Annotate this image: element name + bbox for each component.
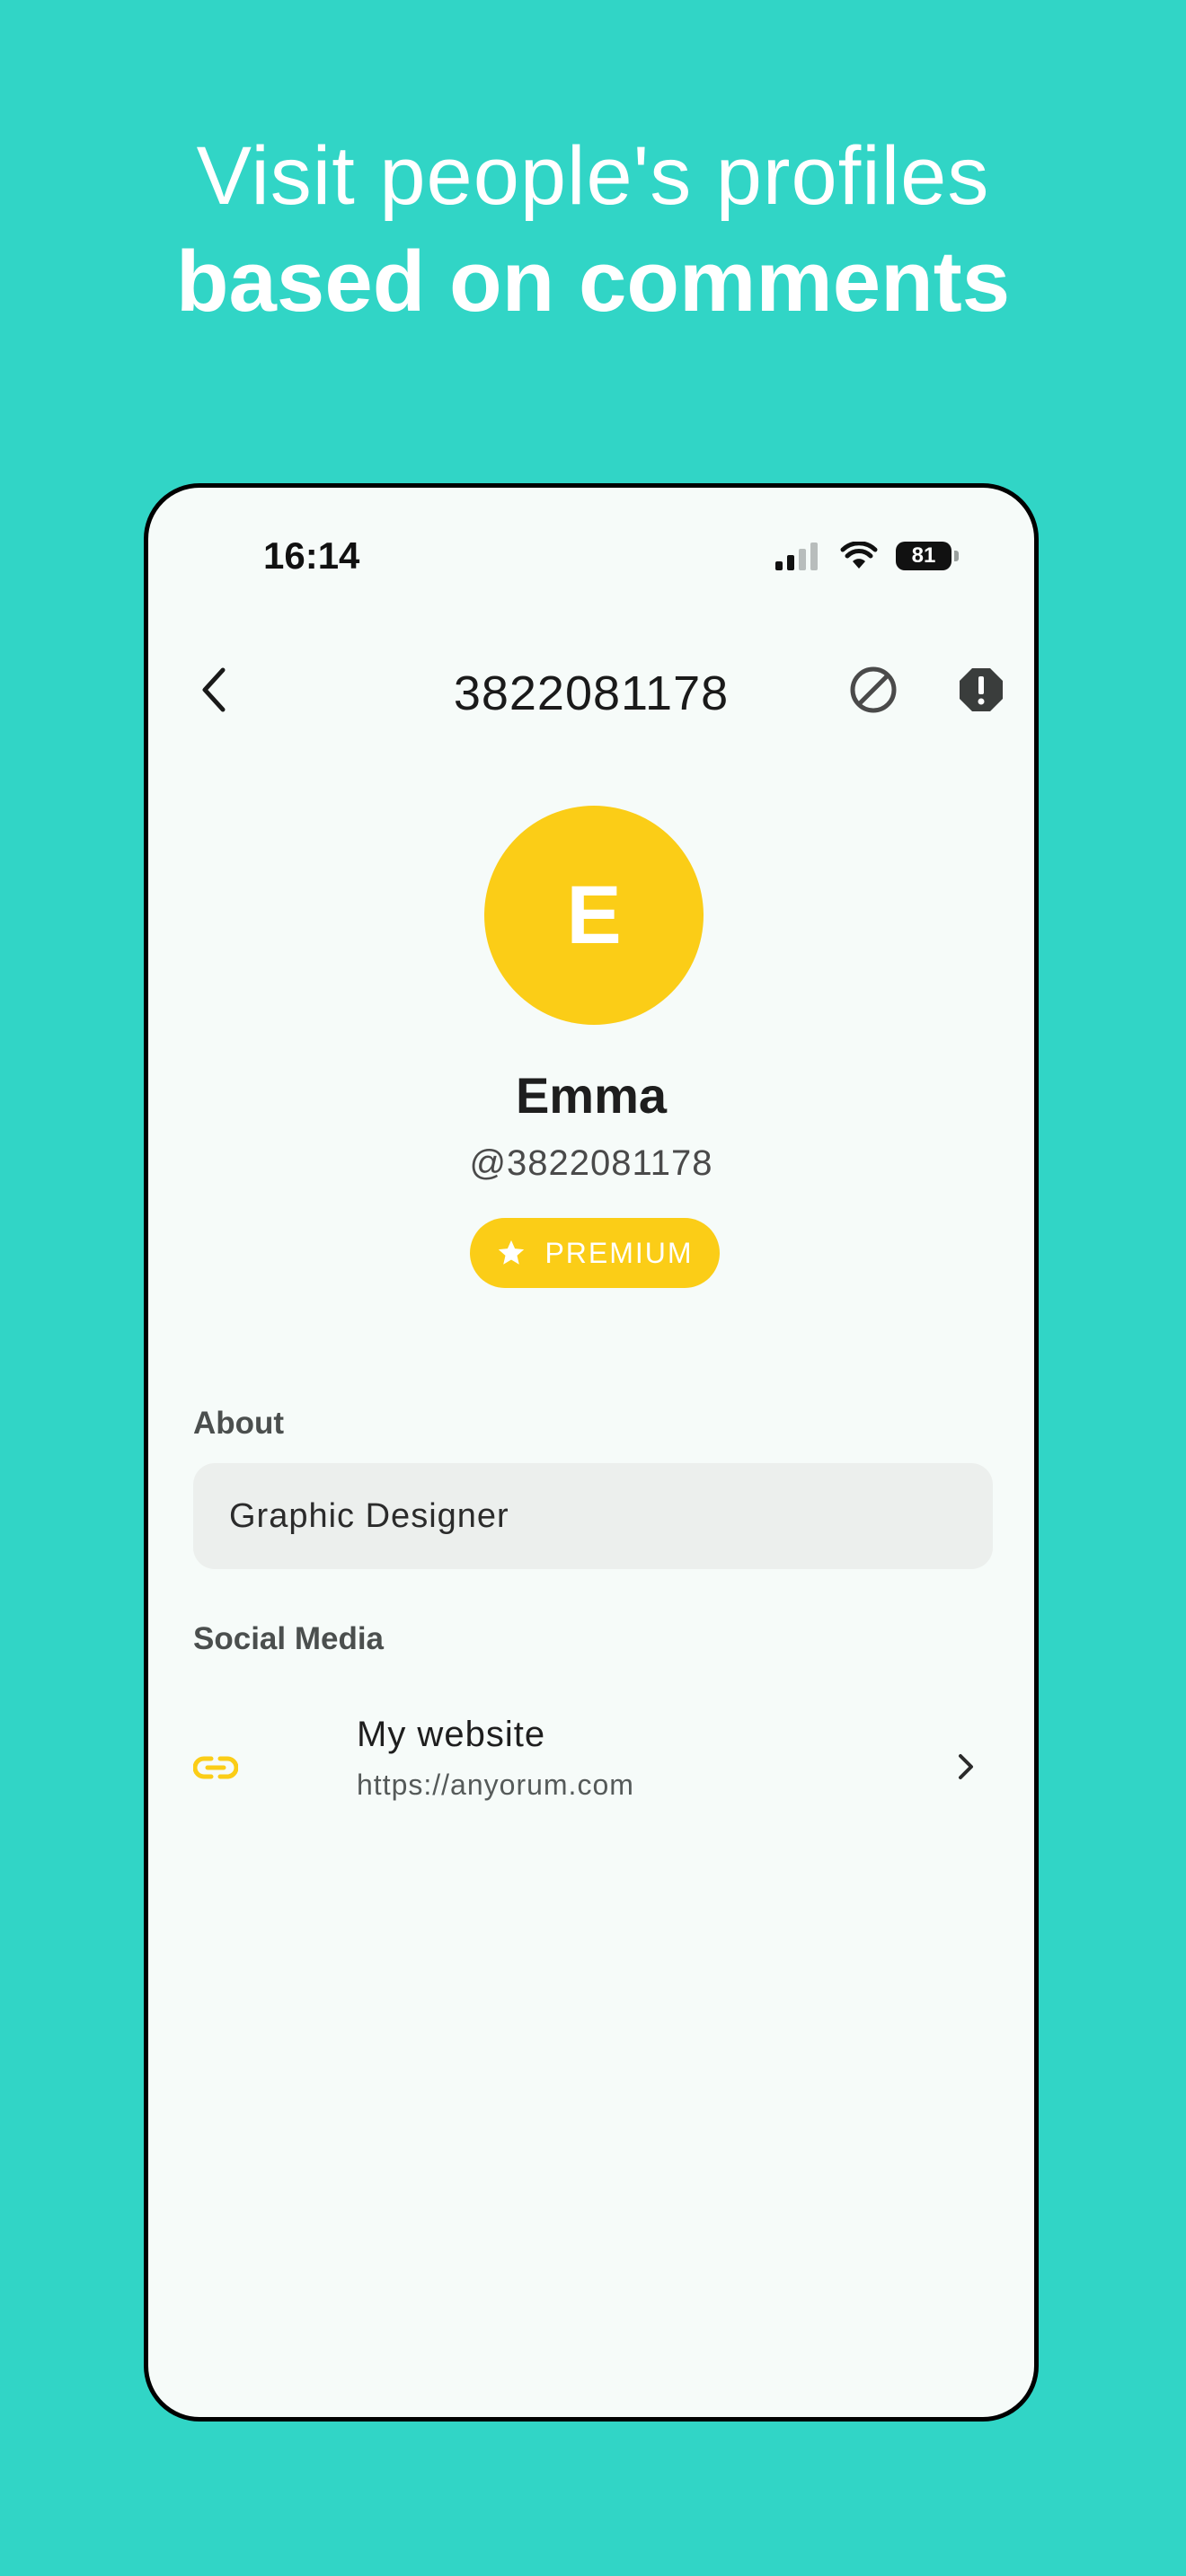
about-label: About [193,1406,285,1441]
report-icon [960,668,1003,711]
social-item-url: https://anyorum.com [357,1769,634,1801]
block-icon [850,666,897,713]
profile-handle: @3822081178 [469,1143,713,1183]
block-button[interactable] [845,662,901,718]
avatar-initial: E [566,869,622,961]
cellular-signal-icon [775,542,822,570]
battery-cap [954,551,959,561]
nav-bar: 3822081178 [148,640,1034,739]
star-icon [499,1239,525,1265]
headline-line-1: Visit people's profiles [196,130,990,222]
social-item-website[interactable]: My website https://anyorum.com [148,1709,1034,1826]
social-media-label: Social Media [193,1621,385,1656]
nav-title: 3822081178 [453,666,730,720]
wifi-icon [840,542,878,569]
promo-headline: Visit people's profiles based on comment… [0,126,1186,338]
status-icons: 81 [775,538,959,574]
status-bar: 16:14 81 [148,488,1034,631]
phone-frame: 16:14 81 3822081178 E Emma @3822081178 P… [144,483,1039,2422]
profile-name: Emma [515,1067,668,1124]
chevron-right-icon [948,1749,984,1785]
social-item-title: My website [357,1715,546,1754]
battery-icon: 81 [896,542,951,570]
premium-badge: PREMIUM [470,1218,720,1288]
status-time: 16:14 [263,534,360,577]
about-value: Graphic Designer [229,1496,509,1535]
headline-line-2: based on comments [175,234,1011,330]
premium-badge-label: PREMIUM [544,1236,694,1269]
about-field: Graphic Designer [193,1463,993,1569]
report-button[interactable] [953,662,1009,718]
avatar: E [484,806,704,1025]
link-icon [193,1745,238,1790]
battery-level: 81 [911,543,936,568]
